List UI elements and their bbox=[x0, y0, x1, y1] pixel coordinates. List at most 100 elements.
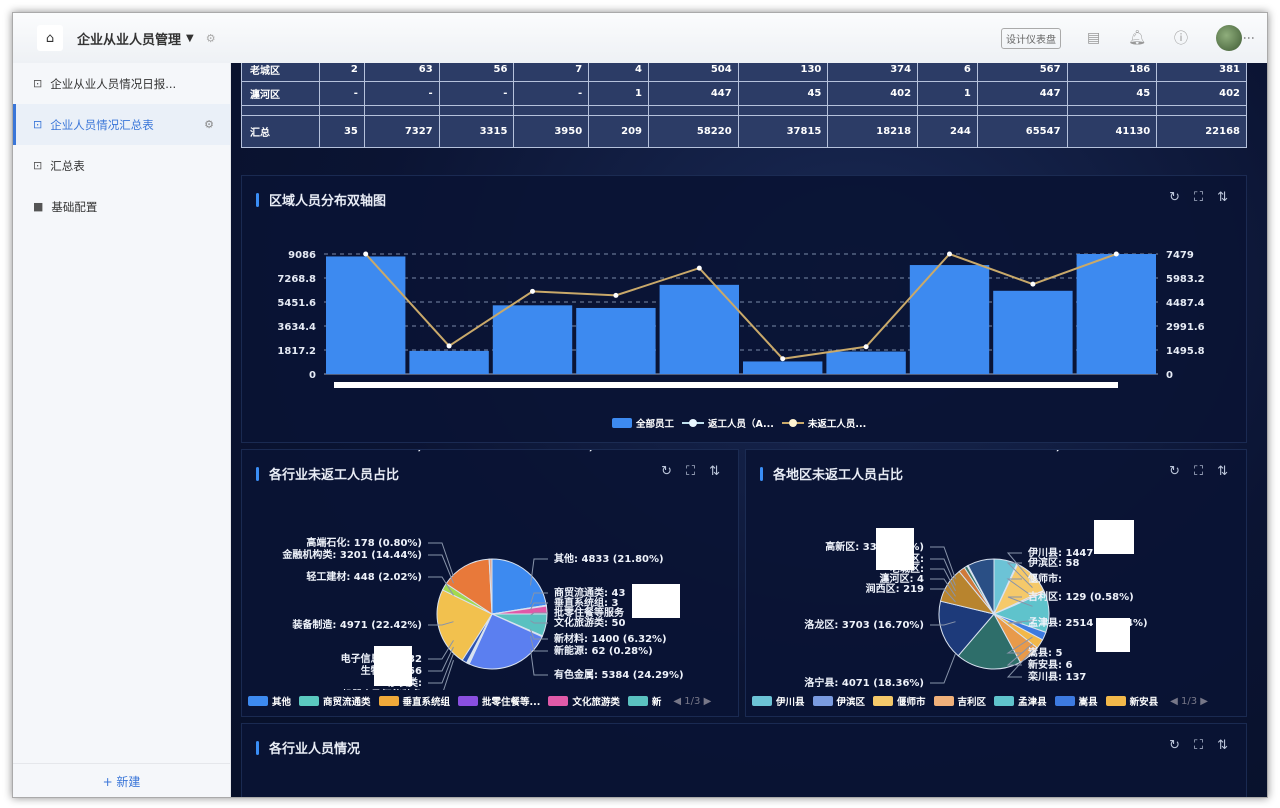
pie-label: 洛宁县: 4071 (18.36%) bbox=[804, 676, 924, 689]
table-cell bbox=[319, 105, 365, 116]
legend-item[interactable]: 文化旅游类 bbox=[548, 694, 620, 708]
bar bbox=[409, 350, 489, 374]
app-title[interactable]: 企业从业人员管理 bbox=[77, 29, 181, 48]
line-point bbox=[863, 344, 869, 350]
table-cell bbox=[438, 105, 515, 116]
legend-label: 偃师市 bbox=[897, 697, 926, 708]
sidebar-item-label: 汇总表 bbox=[50, 158, 85, 173]
table-cell: 4 bbox=[588, 63, 649, 82]
legend-item[interactable]: 新 bbox=[627, 694, 662, 708]
panel-title: 各行业人员情况 bbox=[256, 738, 360, 757]
legend-label: 全部员工 bbox=[636, 419, 675, 430]
legend-swatch bbox=[781, 419, 804, 427]
legend-item[interactable]: 未返工人员... bbox=[781, 416, 866, 430]
legend-item[interactable]: 其他 bbox=[248, 694, 291, 708]
line-point bbox=[1030, 281, 1036, 287]
legend-item[interactable]: 吉利区 bbox=[933, 694, 986, 708]
pie-label: 金融机构类: 3201 (14.44%) bbox=[281, 548, 422, 561]
prev-icon[interactable]: ◀ bbox=[673, 696, 681, 707]
table-cell: 402 bbox=[827, 81, 919, 106]
bell-icon[interactable]: 🔔︎ bbox=[1128, 30, 1146, 46]
sidebar-item-daily-report[interactable]: ⊡ 企业从业人员情况日报... bbox=[13, 63, 230, 104]
legend-swatch bbox=[682, 419, 705, 427]
report-icon[interactable]: ▤ bbox=[1087, 30, 1100, 46]
next-icon[interactable]: ▶ bbox=[704, 696, 712, 707]
avatar[interactable] bbox=[1216, 25, 1242, 51]
legend-swatch bbox=[612, 418, 632, 428]
dashboard-canvas: 老城区 2 63 56 7 4 504 130 374 6 567 186 381 瀍河区 - - - -1 447… bbox=[231, 63, 1267, 797]
table-cell: - bbox=[513, 81, 590, 106]
line-point bbox=[780, 356, 786, 362]
dual-axis-chart: 0 1817.2 3634.4 5451.6 7268.8 9086 0 1495.8 2991… bbox=[277, 250, 1205, 388]
pie-label: 涧西区: 219 bbox=[866, 582, 924, 595]
table-cell: 504 bbox=[648, 63, 739, 82]
table-cell bbox=[827, 105, 919, 116]
legend-item[interactable]: 孟津县 bbox=[994, 694, 1047, 708]
legend-item[interactable]: 偃师市 bbox=[873, 694, 926, 708]
pie-leader bbox=[530, 649, 548, 676]
legend-item[interactable]: 批零住餐等... bbox=[458, 694, 540, 708]
pie-legend: 伊川县 伊滨区 偃师市 吉利区 孟津县 嵩县 新安县 ◀ 1/3 ▶ bbox=[752, 694, 1208, 708]
line-point bbox=[947, 251, 952, 257]
sort-icon[interactable]: ⇅ bbox=[1217, 738, 1228, 753]
legend-item[interactable]: 返工人员（A... bbox=[682, 416, 774, 430]
y-tick-right: 5983.2 bbox=[1166, 274, 1205, 285]
more-icon[interactable]: ⋮ bbox=[1242, 32, 1256, 44]
top-bar: ⌂ 企业从业人员管理 ▼ ⚙ 设计仪表盘 ▤ 🔔︎ ⓘ ⋮ bbox=[13, 13, 1267, 63]
legend-label: 新 bbox=[651, 697, 662, 708]
refresh-icon[interactable]: ↻ bbox=[1169, 738, 1180, 753]
dashboard-icon: ⊡ bbox=[33, 118, 43, 131]
sidebar-item-total[interactable]: ⊡ 汇总表 bbox=[13, 145, 230, 186]
row-label: 汇总 bbox=[241, 115, 320, 148]
sidebar: ⊡ 企业从业人员情况日报... ⊡ 企业人员情况汇总表 ⚙ ⊡ 汇总表 ■ 基础配置 + … bbox=[13, 63, 231, 797]
new-button[interactable]: + 新建 bbox=[13, 763, 230, 797]
home-button[interactable]: ⌂ bbox=[37, 25, 63, 51]
next-icon[interactable]: ▶ bbox=[1200, 696, 1208, 707]
industry-pie-chart: 高端石化: 178 (0.80%)金融机构类: 3201 (14.44%) 轻工建… bbox=[281, 450, 684, 690]
bar bbox=[909, 265, 990, 374]
table-cell bbox=[588, 105, 649, 116]
legend-label: 伊滨区 bbox=[836, 697, 866, 708]
legend-item[interactable]: 伊川县 bbox=[752, 694, 805, 708]
home-icon: ⌂ bbox=[45, 30, 55, 46]
dual-axis-panel: 区域人员分布双轴图 ↻ ⛶ ⇅ 0 1817.2 3634.4 5451.6 7268.… bbox=[241, 175, 1247, 443]
table-cell: 186 bbox=[1066, 63, 1158, 82]
table-cell: - bbox=[363, 81, 440, 106]
pie-label: 14%) bbox=[393, 450, 422, 453]
legend-item[interactable]: 新安县 bbox=[1105, 694, 1159, 708]
page-indicator: 1/3 bbox=[1181, 695, 1198, 707]
sidebar-item-config[interactable]: ■ 基础配置 bbox=[13, 186, 230, 227]
fullscreen-icon[interactable]: ⛶ bbox=[1194, 738, 1203, 753]
chevron-down-icon[interactable]: ▼ bbox=[186, 33, 194, 44]
prev-icon[interactable]: ◀ bbox=[1170, 696, 1178, 707]
help-icon[interactable]: ⓘ bbox=[1174, 28, 1188, 48]
legend-item[interactable]: 伊滨区 bbox=[812, 694, 866, 708]
legend-item[interactable]: 商贸流通类 bbox=[299, 694, 371, 708]
legend-pager[interactable]: ◀ 1/3 ▶ bbox=[1170, 696, 1208, 707]
pie-label: 洛龙区: 3703 (16.70%) bbox=[804, 618, 924, 631]
table-cell: 63 bbox=[363, 63, 440, 82]
legend-item[interactable]: 垂直系统组 bbox=[378, 694, 451, 708]
redaction bbox=[632, 584, 680, 618]
table-cell bbox=[1066, 105, 1158, 116]
pie-label: 嵩县: 5 bbox=[1028, 646, 1062, 659]
legend-item[interactable]: 全部员工 bbox=[612, 416, 674, 430]
legend-label: 垂直系统组 bbox=[402, 697, 451, 708]
redaction bbox=[374, 646, 412, 686]
bar bbox=[826, 351, 906, 374]
app-window: ⌂ 企业从业人员管理 ▼ ⚙ 设计仪表盘 ▤ 🔔︎ ⓘ ⋮ ⊡ 企业从业人员情况日… bbox=[12, 12, 1268, 798]
design-dashboard-button[interactable]: 设计仪表盘 bbox=[1000, 27, 1061, 49]
legend-label: 新安县 bbox=[1129, 697, 1159, 708]
sidebar-item-summary[interactable]: ⊡ 企业人员情况汇总表 ⚙ bbox=[13, 104, 230, 145]
table-cell: 381 bbox=[1156, 63, 1247, 82]
y-tick-right: 4487.4 bbox=[1166, 298, 1205, 309]
pie-slice bbox=[491, 558, 547, 615]
table-cell bbox=[1156, 105, 1247, 116]
bar bbox=[993, 290, 1073, 374]
legend-pager[interactable]: ◀ 1/3 ▶ bbox=[673, 696, 711, 707]
legend-item[interactable]: 嵩县 bbox=[1054, 694, 1098, 708]
settings-icon[interactable]: ⚙ bbox=[204, 118, 214, 131]
bar bbox=[1076, 254, 1156, 374]
table-cell: 35 bbox=[319, 115, 365, 148]
settings-icon[interactable]: ⚙ bbox=[206, 32, 216, 45]
